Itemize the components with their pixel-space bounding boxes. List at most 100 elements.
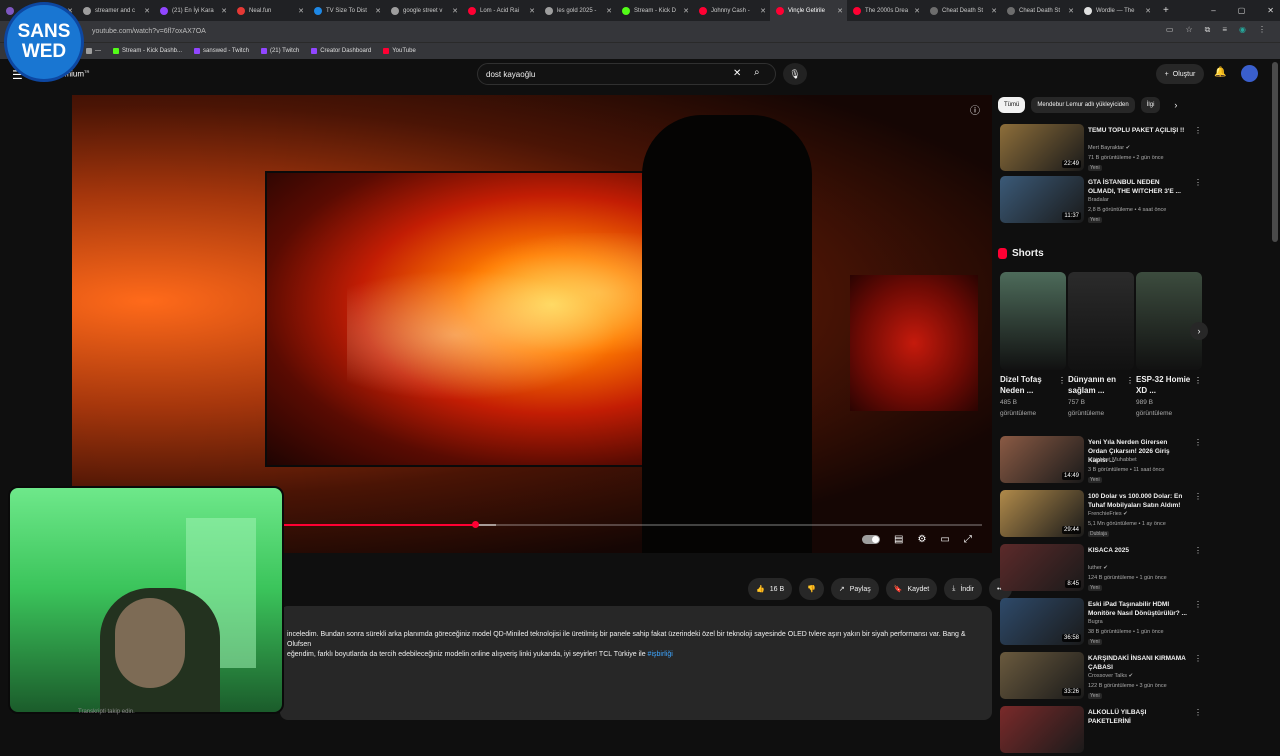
progress-bar[interactable] [282,521,982,528]
video-thumbnail[interactable]: 29:44 [1000,490,1084,537]
chips-next-icon[interactable]: › [1174,100,1177,110]
theater-mode-icon[interactable]: ▭ [940,534,949,545]
tab-close-icon[interactable]: ✕ [298,7,304,15]
related-video-item[interactable]: 8:45 KISACA 2025 luther ✔ 124 B görüntüleme… [998,544,1202,594]
related-video-item[interactable]: 22:49 TEMU TOPLU PAKET AÇILIŞI !! Mert Bay… [998,124,1202,174]
more-options-icon[interactable]: ⋮ [1194,178,1202,187]
bookmark-item[interactable]: sanswed - Twitch [194,48,249,54]
shorts-next-button[interactable]: › [1190,322,1208,340]
more-options-icon[interactable]: ⋮ [1194,600,1202,609]
browser-tab[interactable]: les gold 2025 - ✕ [539,0,616,21]
video-title[interactable]: Eski iPad Taşınabilir HDMI Monitöre Nası… [1088,600,1188,618]
share-button[interactable]: ↗ Paylaş [830,578,879,600]
close-window-icon[interactable]: ✕ [1267,6,1274,15]
video-thumbnail[interactable]: 8:45 [1000,544,1084,591]
more-options-icon[interactable]: ⋮ [1194,654,1202,663]
tab-close-icon[interactable]: ✕ [837,7,843,15]
tab-close-icon[interactable]: ✕ [144,7,150,15]
dislike-button[interactable]: 👎 [799,578,824,600]
browser-tab[interactable]: Wordle — The ✕ [1078,0,1155,21]
tab-close-icon[interactable]: ✕ [606,7,612,15]
browser-tab[interactable]: (21) En İyi Kara ✕ [154,0,231,21]
video-channel[interactable]: FrenchieFries ✔ [1088,511,1128,517]
video-thumbnail[interactable]: 33:26 [1000,652,1084,699]
search-icon[interactable]: ⌕ [754,67,760,78]
video-description[interactable]: inceledim. Bundan sonra sürekli arka pla… [280,606,992,720]
more-options-icon[interactable]: ⋮ [1194,708,1202,717]
tab-close-icon[interactable]: ✕ [1145,7,1151,15]
notifications-bell-icon[interactable]: 🔔 [1214,67,1226,78]
tab-close-icon[interactable]: ✕ [529,7,535,15]
related-video-item[interactable]: 36:58 Eski iPad Taşınabilir HDMI Monitöre… [998,598,1202,648]
video-channel[interactable]: luther ✔ [1088,565,1108,571]
short-thumbnail[interactable] [1000,272,1066,370]
browser-menu-icon[interactable]: ⋮ [1258,25,1266,35]
browser-tab[interactable]: google street v ✕ [385,0,462,21]
tab-search-icon[interactable]: ≡ [1222,25,1227,35]
url-text[interactable]: youtube.com/watch?v=6fl7oxAX7OA [92,28,206,35]
download-button[interactable]: ⤓ İndir [944,578,982,600]
filter-chip[interactable]: Mendebur Lemur adlı yükleyiciden [1031,97,1135,113]
search-input[interactable]: dost kayaoğlu [477,63,776,85]
bookmark-item[interactable]: (21) Twitch [260,48,299,54]
browser-tab[interactable]: The 2000s Drea ✕ [847,0,924,21]
video-channel[interactable]: Bugra [1088,619,1103,625]
bookmark-star-icon[interactable]: ☆ [1185,25,1192,35]
related-video-item[interactable]: 29:44 100 Dolar vs 100.000 Dolar: En Tuha… [998,490,1202,540]
video-channel[interactable]: Crossover Talks ✔ [1088,673,1133,679]
tab-close-icon[interactable]: ✕ [452,7,458,15]
related-video-item[interactable]: 33:26 KARŞINDAKİ İNSANI KIRMAMA ÇABASI Cro… [998,652,1202,702]
video-thumbnail[interactable]: 11:37 [1000,176,1084,223]
more-options-icon[interactable]: ⋮ [1194,492,1202,501]
related-video-item[interactable]: 11:37 GTA İSTANBUL NEDEN OLMADI, THE WITC… [998,176,1202,226]
video-thumbnail[interactable]: 14:49 [1000,436,1084,483]
short-more-icon[interactable]: ⋮ [1126,376,1134,385]
tab-close-icon[interactable]: ✕ [760,7,766,15]
autoplay-toggle[interactable] [862,535,880,544]
short-item[interactable]: ESP-32 Homie XD ... 989 B görüntüleme ⋮ [1136,272,1202,418]
short-more-icon[interactable]: ⋮ [1194,376,1202,385]
more-options-icon[interactable]: ⋮ [1194,546,1202,555]
related-video-item[interactable]: 14:49 Yeni Yıla Nerden Girersen Ordan Çık… [998,436,1202,486]
minimize-icon[interactable]: – [1211,6,1215,15]
tab-close-icon[interactable]: ✕ [914,7,920,15]
video-title[interactable]: ALKOLLÜ YILBAŞI PAKETLERİNİ [1088,708,1188,726]
tab-close-icon[interactable]: ✕ [221,7,227,15]
browser-tab[interactable]: Stream - Kick D ✕ [616,0,693,21]
microphone-icon[interactable]: 🎙 [783,63,807,85]
video-thumbnail[interactable] [1000,706,1084,753]
short-more-icon[interactable]: ⋮ [1058,376,1066,385]
video-title[interactable]: 100 Dolar vs 100.000 Dolar: En Tuhaf Mob… [1088,492,1188,510]
create-button[interactable]: + Oluştur [1156,64,1204,84]
more-options-icon[interactable]: ⋮ [1194,438,1202,447]
video-channel[interactable]: Bradalar [1088,197,1109,203]
browser-tab[interactable]: Vinçle Getirile ✕ [770,0,847,21]
tab-close-icon[interactable]: ✕ [683,7,689,15]
related-video-item[interactable]: ALKOLLÜ YILBAŞI PAKETLERİNİ ⋮ [998,706,1202,756]
like-button[interactable]: 👍 16 B [748,578,793,600]
short-item[interactable]: Dizel Tofaş Neden ... 485 B görüntüleme ⋮ [1000,272,1066,418]
browser-tab[interactable]: Cheat Death St ✕ [1001,0,1078,21]
tab-close-icon[interactable]: ✕ [1068,7,1074,15]
info-icon[interactable]: ⓘ [970,102,980,117]
filter-chip[interactable]: İlgi [1140,97,1161,113]
clear-search-icon[interactable]: ✕ [733,68,741,79]
profile-icon[interactable]: ◉ [1239,25,1246,35]
browser-tab[interactable]: Neal.fun ✕ [231,0,308,21]
bookmark-item[interactable]: Creator Dashboard [311,48,371,54]
tab-close-icon[interactable]: ✕ [375,7,381,15]
video-title[interactable]: TEMU TOPLU PAKET AÇILIŞI !! [1088,126,1188,135]
short-thumbnail[interactable] [1068,272,1134,370]
browser-tab[interactable]: TV Size To Dist ✕ [308,0,385,21]
browser-tab[interactable]: Johnny Cash - ✕ [693,0,770,21]
short-title[interactable]: Dünyanın en sağlam ... [1068,374,1124,396]
scrubber-handle[interactable] [471,521,479,528]
page-scrollbar[interactable] [1272,62,1278,242]
browser-tab[interactable]: Cheat Death St ✕ [924,0,1001,21]
video-title[interactable]: GTA İSTANBUL NEDEN OLMADI, THE WITCHER 3… [1088,178,1188,196]
short-item[interactable]: Dünyanın en sağlam ... 757 B görüntüleme ⋮ [1068,272,1134,418]
bookmark-item[interactable]: YouTube [383,48,416,54]
tab-close-icon[interactable]: ✕ [991,7,997,15]
address-bar[interactable]: youtube.com/watch?v=6fl7oxAX7OA ▭ ☆ ⧉ ≡ … [0,21,1280,42]
bookmark-item[interactable]: — [86,48,101,54]
